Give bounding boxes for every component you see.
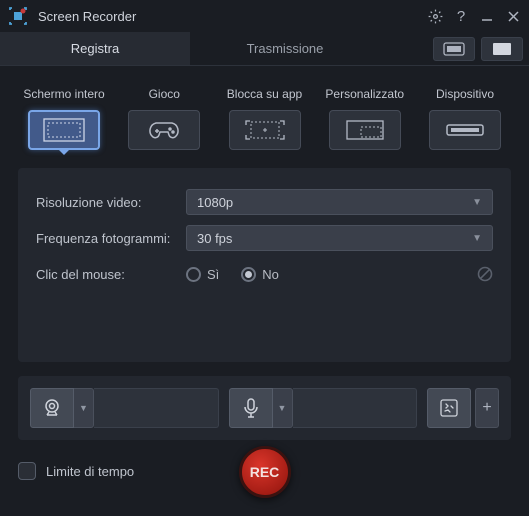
overlay-button[interactable] [427, 388, 471, 428]
fps-value: 30 fps [197, 231, 232, 246]
mode-device[interactable] [429, 110, 501, 150]
radio-yes-label: Sì [207, 267, 219, 282]
record-button[interactable]: REC [239, 446, 291, 498]
radio-icon [186, 267, 201, 282]
microphone-button[interactable] [229, 388, 273, 428]
timelimit-label: Limite di tempo [46, 464, 134, 479]
tab-stream[interactable]: Trasmissione [190, 32, 380, 65]
add-overlay-button[interactable]: + [475, 388, 499, 428]
preview-button[interactable] [433, 37, 475, 61]
mode-label-lockapp: Blocca su app [227, 78, 302, 110]
fps-label: Frequenza fotogrammi: [36, 231, 186, 246]
mode-label-custom: Personalizzato [325, 78, 404, 110]
window-button[interactable] [481, 37, 523, 61]
mouseclick-radio-no[interactable]: No [241, 267, 279, 282]
mode-label-device: Dispositivo [436, 78, 494, 110]
resolution-value: 1080p [197, 195, 233, 210]
settings-icon[interactable] [427, 8, 443, 24]
radio-icon [241, 267, 256, 282]
mode-label-fullscreen: Schermo intero [23, 78, 104, 110]
microphone-field[interactable] [293, 388, 418, 428]
fps-dropdown[interactable]: 30 fps ▼ [186, 225, 493, 251]
minimize-icon[interactable] [479, 8, 495, 24]
microphone-dropdown[interactable]: ▼ [273, 388, 293, 428]
app-logo [8, 6, 28, 26]
mouseclick-label: Clic del mouse: [36, 267, 186, 282]
help-icon[interactable]: ? [453, 8, 469, 24]
webcam-field[interactable] [94, 388, 219, 428]
app-title: Screen Recorder [38, 9, 427, 24]
mode-game[interactable] [128, 110, 200, 150]
webcam-dropdown[interactable]: ▼ [74, 388, 94, 428]
mode-fullscreen[interactable] [28, 110, 100, 150]
mode-custom[interactable] [329, 110, 401, 150]
mode-lockapp[interactable] [229, 110, 301, 150]
record-label: REC [250, 464, 280, 480]
webcam-button[interactable] [30, 388, 74, 428]
radio-no-label: No [262, 267, 279, 282]
resolution-dropdown[interactable]: 1080p ▼ [186, 189, 493, 215]
resolution-label: Risoluzione video: [36, 195, 186, 210]
mouseclick-radio-yes[interactable]: Sì [186, 267, 219, 282]
block-icon [477, 266, 493, 282]
mode-label-game: Gioco [149, 78, 180, 110]
chevron-down-icon: ▼ [472, 197, 482, 208]
tab-record[interactable]: Registra [0, 32, 190, 65]
close-icon[interactable] [505, 8, 521, 24]
timelimit-checkbox[interactable] [18, 462, 36, 480]
chevron-down-icon: ▼ [472, 233, 482, 244]
